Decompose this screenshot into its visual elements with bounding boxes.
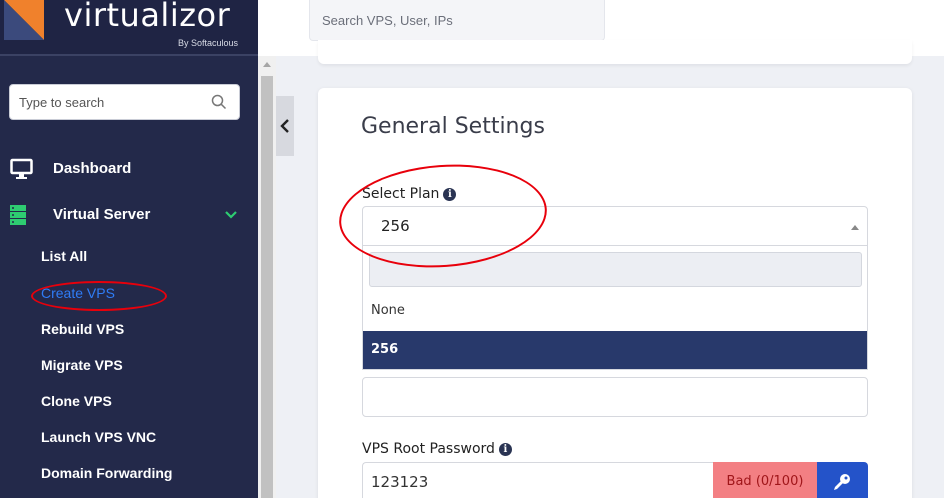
- plan-dropdown: None 256: [362, 246, 868, 370]
- search-icon[interactable]: [211, 94, 227, 110]
- sidebar-subitem-list-all[interactable]: List All: [41, 248, 87, 264]
- sidebar-collapse-button[interactable]: [276, 96, 294, 156]
- page-title: General Settings: [361, 114, 545, 139]
- root-password-label: VPS Root Password i: [362, 441, 512, 457]
- sidebar-search-input[interactable]: [10, 85, 200, 119]
- logo-bar: virtualizor By Softaculous: [0, 0, 258, 56]
- virtualizor-logo-icon: [4, 0, 44, 40]
- chevron-left-icon[interactable]: [280, 119, 290, 133]
- sidebar-item-label: Virtual Server: [53, 206, 151, 223]
- sidebar-subitem-domain-forwarding[interactable]: Domain Forwarding: [41, 465, 172, 481]
- plan-option-none[interactable]: None: [363, 292, 867, 330]
- caret-up-icon: [851, 225, 859, 230]
- sidebar-item-virtual-server[interactable]: Virtual Server: [0, 202, 258, 232]
- sidebar-search[interactable]: [9, 84, 240, 120]
- server-icon: [10, 205, 26, 225]
- global-search-input[interactable]: [310, 0, 604, 40]
- chevron-down-icon: [225, 211, 237, 219]
- plan-dropdown-search[interactable]: [369, 252, 862, 287]
- sidebar-scrollbar[interactable]: [258, 56, 276, 498]
- monitor-icon: [10, 158, 33, 179]
- logo-text: virtualizor: [64, 0, 231, 34]
- generate-password-button[interactable]: [817, 462, 868, 498]
- info-icon[interactable]: i: [498, 442, 512, 456]
- select-plan-label-text: Select Plan: [362, 186, 440, 202]
- scrollbar-thumb[interactable]: [261, 76, 273, 498]
- plan-select[interactable]: 256: [362, 206, 868, 246]
- sidebar-item-label: Dashboard: [53, 160, 132, 177]
- hostname-input[interactable]: [363, 378, 867, 416]
- sidebar-item-dashboard[interactable]: Dashboard: [0, 156, 258, 186]
- password-strength-badge: Bad (0/100): [713, 462, 817, 498]
- logo-subtext: By Softaculous: [178, 38, 239, 48]
- scroll-up-arrow-icon[interactable]: [263, 62, 271, 67]
- sidebar-subitem-launch-vps-vnc[interactable]: Launch VPS VNC: [41, 429, 156, 445]
- global-search[interactable]: [309, 0, 605, 41]
- key-icon: [834, 474, 850, 490]
- previous-card-bottom: [318, 40, 912, 64]
- plan-select-value: 256: [381, 217, 410, 235]
- select-plan-label: Select Plan i: [362, 186, 457, 202]
- sidebar-subitem-create-vps[interactable]: Create VPS: [41, 285, 115, 301]
- sidebar-subitem-rebuild-vps[interactable]: Rebuild VPS: [41, 321, 124, 337]
- sidebar: virtualizor By Softaculous Dashboard Vir…: [0, 0, 258, 498]
- sidebar-subitem-clone-vps[interactable]: Clone VPS: [41, 393, 112, 409]
- sidebar-subitem-migrate-vps[interactable]: Migrate VPS: [41, 357, 123, 373]
- plan-dropdown-search-input[interactable]: [370, 253, 861, 286]
- root-password-label-text: VPS Root Password: [362, 441, 495, 457]
- info-icon[interactable]: i: [443, 187, 457, 201]
- root-password-input[interactable]: [363, 463, 714, 498]
- root-password-field[interactable]: [362, 462, 714, 498]
- plan-option-256[interactable]: 256: [363, 331, 867, 369]
- hostname-field[interactable]: [362, 377, 868, 417]
